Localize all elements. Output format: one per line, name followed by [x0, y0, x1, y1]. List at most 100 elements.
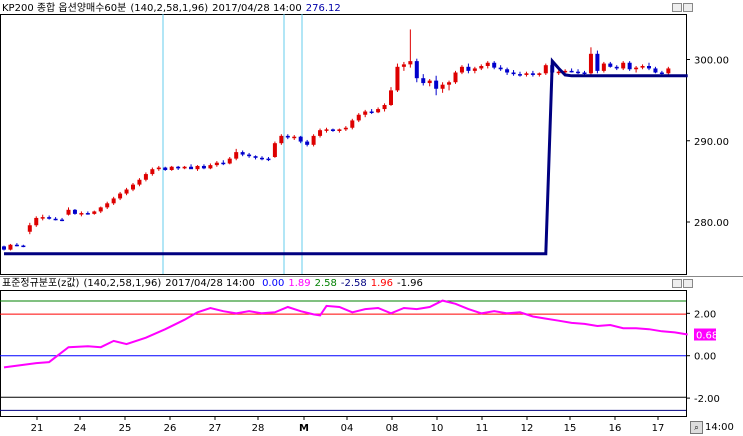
x-tick-label: 10 — [431, 423, 444, 434]
z-level-value: 1.89 — [288, 278, 311, 289]
candle-body — [479, 66, 484, 69]
candle — [524, 71, 529, 77]
upper-params: (140,2,58,1,96) — [130, 3, 209, 14]
candle — [260, 156, 264, 161]
candle — [292, 135, 297, 140]
candle — [27, 222, 32, 235]
candle — [163, 166, 168, 171]
upper-maximize-button[interactable] — [683, 3, 693, 12]
candle-body — [330, 129, 335, 131]
candle-body — [382, 105, 387, 110]
candle-body — [305, 141, 310, 145]
candle — [156, 165, 161, 171]
candle — [356, 113, 361, 123]
candle-body — [201, 165, 206, 169]
candle — [427, 79, 432, 87]
candle — [176, 165, 181, 170]
lower-maximize-button[interactable] — [683, 279, 693, 288]
candle-body — [247, 154, 252, 157]
candle — [530, 70, 535, 77]
candle-body — [60, 219, 65, 222]
lower-chart-header: 표준정규분포(z값) (140,2,58,1,96) 2017/04/28 14:0… — [2, 278, 427, 290]
candle — [201, 164, 206, 170]
candle — [343, 126, 348, 131]
y-tick-label: 280.00 — [694, 218, 729, 229]
candle — [518, 71, 522, 77]
candle-body — [266, 158, 271, 161]
candle-body — [285, 135, 290, 138]
candle — [208, 163, 213, 170]
x-tick-label: 17 — [652, 423, 665, 434]
candle-body — [530, 73, 535, 75]
candle-body — [40, 217, 45, 219]
zoom-icon[interactable]: ⌕ — [690, 421, 703, 434]
candle-body — [440, 84, 445, 89]
candle — [234, 148, 239, 161]
candle-body — [221, 162, 226, 165]
candle — [601, 61, 606, 73]
candle-body — [621, 62, 626, 69]
candle — [131, 183, 135, 192]
candle-body — [79, 213, 84, 215]
x-tick-label: M — [299, 423, 309, 434]
candle-body — [356, 114, 361, 121]
candle-body — [395, 66, 400, 91]
candle-body — [234, 152, 239, 159]
candle-body — [195, 165, 200, 170]
candle — [272, 141, 277, 158]
candle — [537, 72, 542, 77]
candle — [240, 150, 245, 157]
candle-body — [466, 66, 471, 71]
candle-body — [653, 68, 658, 73]
candle — [111, 196, 116, 205]
z-levels — [0, 300, 686, 411]
candle — [8, 243, 13, 251]
candle — [608, 61, 613, 68]
candle — [60, 217, 65, 222]
x-tick-label: 16 — [609, 423, 622, 434]
candle — [14, 243, 19, 247]
candle — [640, 64, 645, 70]
candle — [34, 216, 39, 227]
candle-body — [150, 169, 155, 175]
candle-body — [569, 70, 574, 73]
candle — [279, 134, 284, 145]
candle — [492, 61, 497, 70]
candle-body — [8, 244, 13, 250]
candle-body — [601, 63, 606, 71]
candle — [150, 167, 155, 176]
overlay-line — [4, 57, 688, 256]
candle-body — [634, 67, 639, 70]
candle-body — [208, 165, 213, 169]
candle — [382, 103, 387, 112]
candle — [543, 63, 548, 75]
candle-body — [240, 152, 245, 155]
candle — [214, 161, 219, 167]
candle-body — [21, 245, 26, 248]
z-level-value: 0.00 — [262, 278, 285, 289]
candle — [40, 214, 45, 221]
upper-minimize-button[interactable] — [672, 3, 682, 12]
candle-body — [214, 162, 219, 166]
candle — [124, 187, 129, 196]
candle — [21, 244, 26, 248]
candle — [401, 61, 406, 71]
candle — [505, 67, 510, 75]
candle-body — [324, 129, 329, 131]
candle — [408, 29, 413, 68]
candle-body — [447, 82, 452, 85]
candle — [414, 58, 419, 83]
candle — [647, 62, 651, 71]
candle — [189, 164, 194, 170]
lower-minimize-button[interactable] — [672, 279, 682, 288]
candle-body — [118, 193, 123, 199]
candle — [459, 65, 464, 75]
candle-body — [659, 72, 664, 74]
candle-body — [98, 207, 103, 212]
candle-body — [176, 166, 181, 169]
candle — [595, 50, 600, 74]
candle-body — [2, 246, 6, 250]
candle-body — [131, 184, 135, 190]
candle — [182, 165, 187, 170]
candle — [247, 152, 252, 158]
